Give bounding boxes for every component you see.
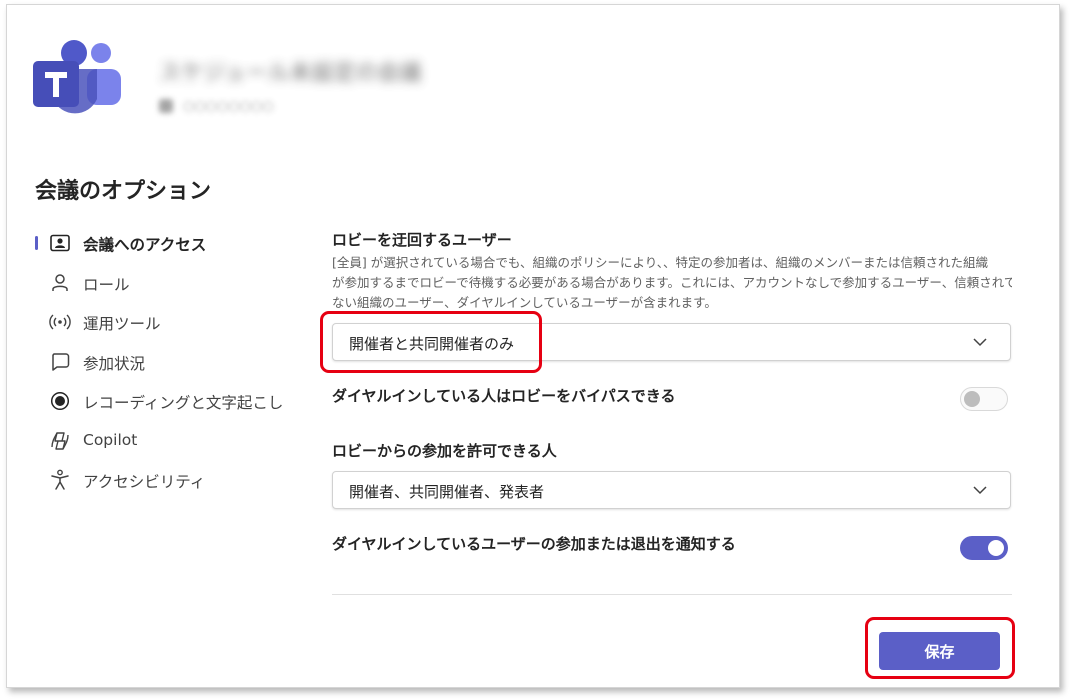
broadcast-icon (49, 311, 71, 333)
nav-label: 会議へのアクセス (83, 236, 207, 254)
nav-label: 参加状況 (83, 354, 146, 373)
dropdown-value: 開催者、共同開催者、発表者 (349, 483, 545, 501)
nav-label: アクセシビリティ (83, 473, 206, 491)
meeting-subtitle: ○○○○○○○○ (159, 97, 299, 115)
lobby-bypass-description: [全員] が選択されている場合でも、組織のポリシーにより、、特定の参加者は、組織… (332, 253, 1012, 313)
nav-item-copilot[interactable]: Copilot (35, 425, 295, 465)
divider (332, 594, 1012, 595)
nav-item-roles[interactable]: ロール (35, 267, 295, 307)
admit-from-lobby-dropdown[interactable]: 開催者、共同開催者、発表者 (332, 471, 1011, 509)
description-line: [全員] が選択されている場合でも、組織のポリシーにより、、特定の参加者は、組織… (332, 255, 988, 270)
nav-label: ロール (83, 275, 130, 294)
nav-label: レコーディングと文字起こし (83, 394, 284, 412)
accessibility-icon (49, 469, 71, 491)
description-line: が参加するまでロビーで待機する必要がある場合があります。これには、アカウントなし… (332, 275, 1012, 290)
meeting-subtitle-text: ○○○○○○○○ (183, 98, 274, 114)
dialin-bypass-toggle[interactable] (960, 387, 1008, 411)
description-line: ない組織のユーザー、ダイヤルインしているユーザーが含まれます。 (332, 295, 717, 310)
options-nav: 会議へのアクセス ロール 運用ツール 参加状況 レコーディングと文字起こし Co… (35, 227, 295, 504)
nav-label: Copilot (83, 430, 138, 449)
calendar-icon (159, 99, 173, 113)
nav-item-meeting-access[interactable]: 会議へのアクセス (35, 227, 295, 267)
nav-label: 運用ツール (83, 315, 161, 333)
dialin-notify-toggle[interactable] (960, 536, 1008, 560)
person-card-icon (49, 232, 71, 254)
active-indicator (35, 236, 38, 250)
page-title: 会議のオプション (35, 179, 212, 204)
teams-logo-icon (33, 40, 121, 114)
meeting-title: スケジュール未設定の会議 (159, 61, 422, 86)
save-button[interactable]: 保存 (879, 632, 1000, 670)
chevron-down-icon (973, 486, 987, 495)
person-icon (49, 272, 71, 294)
lobby-bypass-label: ロビーを迂回するユーザー (332, 231, 512, 249)
record-icon (49, 390, 71, 412)
dialin-bypass-label: ダイヤルインしている人はロビーをバイパスできる (332, 387, 676, 405)
nav-item-recording[interactable]: レコーディングと文字起こし (35, 385, 295, 425)
chat-bubble-icon (49, 351, 71, 373)
chevron-down-icon (973, 338, 987, 347)
meeting-options-window: スケジュール未設定の会議 ○○○○○○○○ 会議のオプション 会議へのアクセス … (6, 4, 1060, 688)
copilot-icon (49, 430, 71, 452)
nav-item-accessibility[interactable]: アクセシビリティ (35, 464, 295, 504)
toggle-knob (988, 540, 1004, 556)
lobby-bypass-dropdown[interactable]: 開催者と共同開催者のみ (332, 323, 1011, 361)
admit-from-lobby-label: ロビーからの参加を許可できる人 (332, 442, 557, 460)
dialin-notify-label: ダイヤルインしているユーザーの参加または退出を通知する (332, 535, 736, 553)
nav-item-production-tools[interactable]: 運用ツール (35, 306, 295, 346)
nav-item-engagement[interactable]: 参加状況 (35, 346, 295, 386)
dropdown-value: 開催者と共同開催者のみ (349, 335, 515, 353)
toggle-knob (964, 391, 980, 407)
